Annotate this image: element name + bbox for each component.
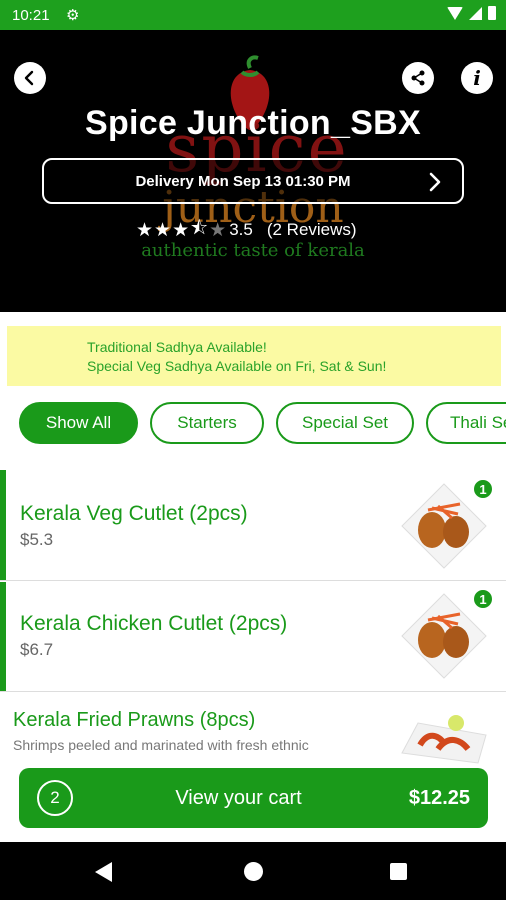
status-time: 10:21 <box>12 7 50 24</box>
info-button[interactable]: i <box>461 62 493 94</box>
rating-row[interactable]: ★ ★ ★ ⯪ ★ 3.5 (2 Reviews) <box>136 214 357 246</box>
back-button[interactable] <box>14 62 46 94</box>
signal-icon <box>469 6 482 20</box>
star-half-icon: ⯪ <box>190 218 209 239</box>
status-icons <box>447 6 496 20</box>
menu-item[interactable]: Kerala Chicken Cutlet (2pcs) $6.7 1 <box>0 582 506 692</box>
announcement-line-2: Special Veg Sadhya Available on Fri, Sat… <box>87 358 387 374</box>
in-cart-indicator <box>0 582 6 691</box>
restaurant-name: Spice Junction_SBX <box>84 104 422 142</box>
menu-item[interactable]: Kerala Veg Cutlet (2pcs) $5.3 1 <box>0 470 506 581</box>
category-chip-thali[interactable]: Thali Se <box>426 402 506 444</box>
category-chip-show-all[interactable]: Show All <box>19 402 138 444</box>
in-cart-indicator <box>0 470 6 580</box>
share-icon <box>411 70 425 86</box>
menu-item-name: Kerala Veg Cutlet (2pcs) <box>20 502 248 525</box>
view-cart-button[interactable]: 2 View your cart $12.25 <box>19 768 488 828</box>
category-tabs: Show All Starters Special Set Thali Se <box>0 400 506 446</box>
info-icon: i <box>473 66 481 90</box>
star-icon: ★ <box>172 219 190 241</box>
star-icon: ★ <box>154 219 172 241</box>
star-icon: ★ <box>136 219 154 241</box>
category-chip-special-set[interactable]: Special Set <box>276 402 414 444</box>
nav-back-icon[interactable] <box>95 862 112 882</box>
settings-gear-icon: ⚙ <box>66 7 80 24</box>
nav-home-icon[interactable] <box>244 862 263 881</box>
menu-item-description: Shrimps peeled and marinated with fresh … <box>13 737 309 753</box>
chevron-right-icon <box>429 172 441 192</box>
menu-item-price: $5.3 <box>20 530 54 549</box>
delivery-time-button[interactable]: Delivery Mon Sep 13 01:30 PM <box>42 158 464 204</box>
restaurant-hero: spice junction authentic taste of kerala… <box>0 30 506 312</box>
cart-total: $12.25 <box>408 787 470 809</box>
battery-icon <box>488 6 496 20</box>
announcement-line-1: Traditional Sadhya Available! <box>87 339 267 355</box>
back-icon <box>24 70 34 86</box>
quantity-badge: 1 <box>472 478 494 500</box>
status-bar: 10:21 ⚙ <box>0 0 506 30</box>
wifi-icon <box>447 6 463 20</box>
system-nav-bar <box>0 842 506 900</box>
category-chip-starters[interactable]: Starters <box>150 402 264 444</box>
share-button[interactable] <box>402 62 434 94</box>
nav-recents-icon[interactable] <box>390 863 407 880</box>
menu-item-name: Kerala Fried Prawns (8pcs) <box>13 709 256 731</box>
food-image <box>401 715 487 764</box>
announcement-banner: Traditional Sadhya Available! Special Ve… <box>7 326 501 386</box>
rating-value: 3.5 <box>229 220 253 239</box>
quantity-badge: 1 <box>472 588 494 610</box>
delivery-label: Delivery Mon Sep 13 01:30 PM <box>135 173 351 190</box>
menu-item-name: Kerala Chicken Cutlet (2pcs) <box>20 612 288 635</box>
menu-item[interactable]: Kerala Fried Prawns (8pcs) Shrimps peele… <box>0 693 506 773</box>
reviews-count[interactable]: (2 Reviews) <box>267 220 357 240</box>
star-empty-icon: ★ <box>209 219 227 241</box>
menu-item-price: $6.7 <box>20 640 54 659</box>
